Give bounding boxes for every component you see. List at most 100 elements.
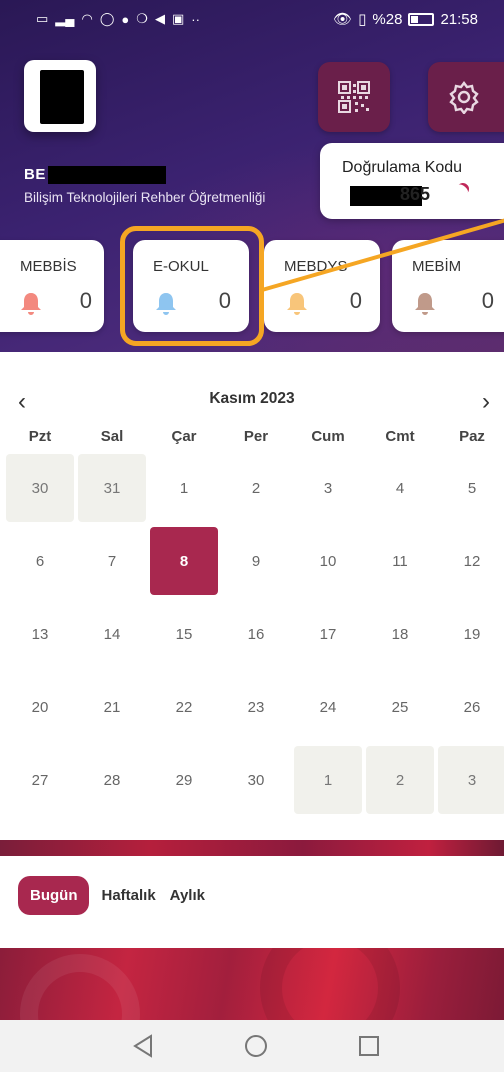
system-card-mebim[interactable]: MEBİM 0 <box>392 240 504 332</box>
weekday-label: Cum <box>311 428 345 445</box>
calendar-day[interactable]: 1 <box>148 452 220 525</box>
weekday-label: Cmt <box>385 428 415 445</box>
calendar-day-number: 11 <box>392 552 408 570</box>
battery-icon <box>408 12 435 26</box>
calendar-month-title: Kasım 2023 <box>209 390 295 407</box>
calendar: ‹ Kasım 2023 › Pzt Sal Çar Per Cum Cmt P… <box>0 352 504 840</box>
calendar-day[interactable]: 17 <box>292 598 364 671</box>
system-label: MEBİM <box>412 258 462 275</box>
notification-count: 0 <box>481 288 494 313</box>
calendar-day-today[interactable]: 8 <box>148 525 220 598</box>
calendar-day[interactable]: 3 <box>436 744 504 817</box>
calendar-day[interactable]: 19 <box>436 598 504 671</box>
calendar-day-number: 7 <box>107 552 117 570</box>
verification-code-card[interactable]: Doğrulama Kodu 865 <box>320 143 504 219</box>
status-right: 👁 ▯ %28 21:58 <box>333 10 478 29</box>
calendar-day[interactable]: 31 <box>76 452 148 525</box>
tab-monthly[interactable]: Aylık <box>168 877 207 914</box>
calendar-day-number: 18 <box>391 625 409 643</box>
weekday-header: Pzt Sal Çar Per Cum Cmt Paz <box>4 428 504 445</box>
calendar-day-number: 3 <box>438 746 504 814</box>
settings-button[interactable] <box>428 62 504 132</box>
verification-label: Doğrulama Kodu <box>342 159 463 176</box>
calendar-day-number: 28 <box>103 771 121 789</box>
recent-apps-square-icon[interactable] <box>358 1035 380 1057</box>
calendar-day-number: 19 <box>463 625 481 643</box>
calendar-day[interactable]: 24 <box>292 671 364 744</box>
calendar-day[interactable]: 15 <box>148 598 220 671</box>
calendar-day[interactable]: 21 <box>76 671 148 744</box>
calendar-day[interactable]: 2 <box>220 452 292 525</box>
bell-icon <box>21 293 41 315</box>
bell-icon <box>415 293 435 315</box>
decorative-band <box>0 840 504 856</box>
qr-code-icon <box>338 81 370 113</box>
calendar-day[interactable]: 7 <box>76 525 148 598</box>
calendar-day[interactable]: 22 <box>148 671 220 744</box>
calendar-day-number: 9 <box>251 552 261 570</box>
view-tabs: Bugün Haftalık Aylık <box>18 876 207 915</box>
user-title: Bilişim Teknolojileri Rehber Öğretmenliğ… <box>24 190 266 205</box>
decorative-circle <box>20 954 140 1020</box>
calendar-day-number: 10 <box>319 552 337 570</box>
calendar-day-number: 30 <box>6 454 74 522</box>
system-card-mebbis[interactable]: MEBBİS 0 <box>0 240 104 332</box>
calendar-day[interactable]: 28 <box>76 744 148 817</box>
calendar-day[interactable]: 27 <box>4 744 76 817</box>
calendar-day-number: 13 <box>31 625 49 643</box>
calendar-day-number: 14 <box>103 625 121 643</box>
calendar-day[interactable]: 3 <box>292 452 364 525</box>
calendar-day[interactable]: 18 <box>364 598 436 671</box>
qr-code-button[interactable] <box>318 62 390 132</box>
tab-weekly[interactable]: Haftalık <box>99 877 157 914</box>
calendar-day[interactable]: 10 <box>292 525 364 598</box>
calendar-day[interactable]: 29 <box>148 744 220 817</box>
calendar-day-number: 24 <box>319 698 337 716</box>
calendar-day[interactable]: 30 <box>220 744 292 817</box>
calendar-day[interactable]: 2 <box>364 744 436 817</box>
calendar-day[interactable]: 26 <box>436 671 504 744</box>
sim-icon: ▭ <box>36 11 49 26</box>
back-triangle-icon[interactable] <box>132 1034 154 1058</box>
android-navigation-bar <box>0 1020 504 1072</box>
next-month-chevron-icon[interactable]: › <box>482 388 490 416</box>
avatar[interactable] <box>24 60 96 132</box>
decorative-circle <box>260 948 400 1020</box>
weekday-label: Pzt <box>28 428 52 445</box>
weekday-label: Per <box>243 428 269 445</box>
system-label: MEBBİS <box>20 258 77 275</box>
calendar-day-number: 31 <box>78 454 146 522</box>
calendar-day-number: 12 <box>463 552 481 570</box>
calendar-day-number: 3 <box>323 479 333 497</box>
calendar-day-number: 6 <box>35 552 45 570</box>
calendar-day[interactable]: 1 <box>292 744 364 817</box>
calendar-day-number: 29 <box>175 771 193 789</box>
calendar-day[interactable]: 30 <box>4 452 76 525</box>
calendar-day[interactable]: 12 <box>436 525 504 598</box>
calendar-day[interactable]: 16 <box>220 598 292 671</box>
bell-shape <box>415 293 435 315</box>
calendar-day[interactable]: 23 <box>220 671 292 744</box>
calendar-day[interactable]: 4 <box>364 452 436 525</box>
calendar-day[interactable]: 5 <box>436 452 504 525</box>
wifi-icon: ◠ <box>81 11 93 26</box>
notification-count: 0 <box>79 288 92 313</box>
calendar-day[interactable]: 14 <box>76 598 148 671</box>
tab-today[interactable]: Bugün <box>18 876 90 915</box>
calendar-day-number: 16 <box>247 625 265 643</box>
home-circle-icon[interactable] <box>244 1034 268 1058</box>
calendar-day[interactable]: 13 <box>4 598 76 671</box>
calendar-day-number: 30 <box>247 771 265 789</box>
calendar-day[interactable]: 25 <box>364 671 436 744</box>
weekday-label: Çar <box>171 428 197 445</box>
calendar-day-number: 1 <box>294 746 362 814</box>
calendar-day[interactable]: 11 <box>364 525 436 598</box>
calendar-day[interactable]: 20 <box>4 671 76 744</box>
bell-shape <box>287 293 307 315</box>
calendar-days-grid: 30 31 1 2 3 4 5 6 7 8 9 10 11 12 13 14 15 16 17 18 19 20 21 22 2… <box>4 452 504 817</box>
gallery-icon: ▣ <box>171 11 185 26</box>
calendar-day[interactable]: 9 <box>220 525 292 598</box>
calendar-day-number: 21 <box>103 698 121 716</box>
calendar-day-number: 15 <box>175 625 193 643</box>
calendar-day[interactable]: 6 <box>4 525 76 598</box>
